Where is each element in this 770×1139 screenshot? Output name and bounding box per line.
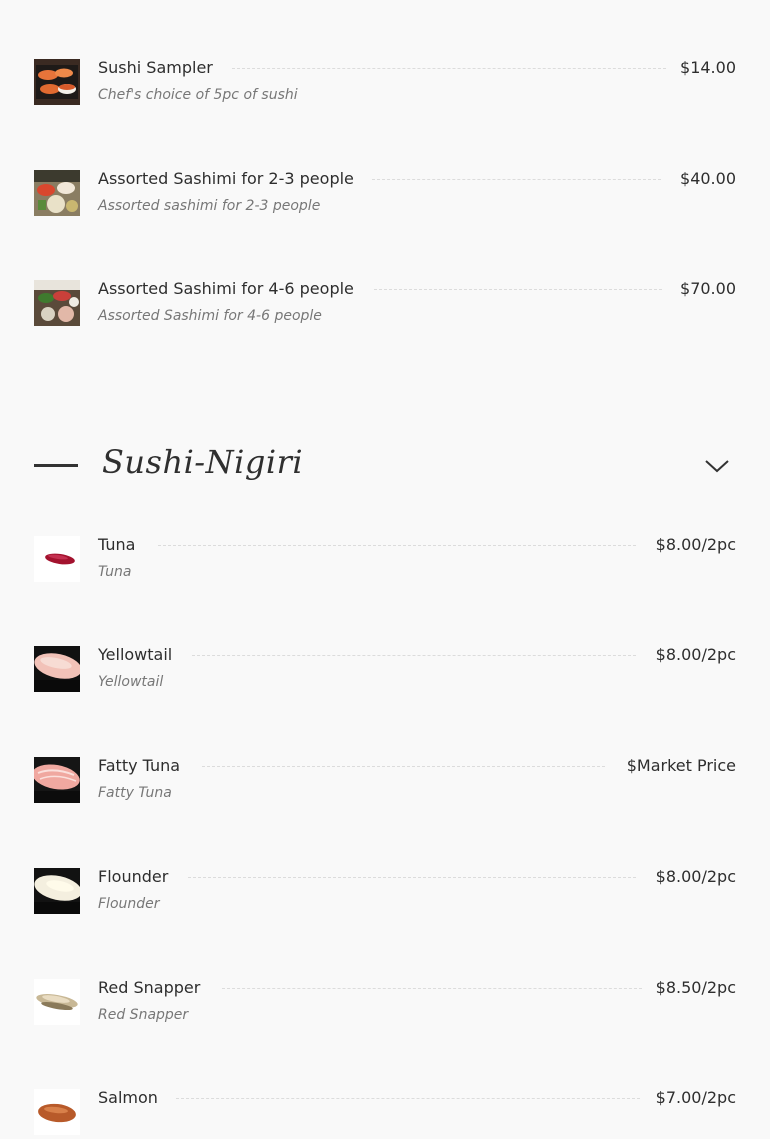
tuna-nigiri-photo[interactable] [34, 536, 80, 582]
flounder-nigiri-photo[interactable] [34, 868, 80, 914]
item-price: $8.00/2pc [655, 535, 736, 554]
item-price: $8.50/2pc [655, 978, 736, 997]
price-leader [188, 877, 636, 878]
section-rule [34, 464, 78, 467]
item-name: Tuna [98, 535, 136, 554]
item-name: Assorted Sashimi for 2-3 people [98, 169, 354, 188]
menu-item[interactable]: Assorted Sashimi for 4-6 people $70.00 A… [34, 280, 736, 330]
item-description: Fatty Tuna [98, 785, 172, 801]
item-name: Assorted Sashimi for 4-6 people [98, 279, 354, 298]
item-description: Assorted Sashimi for 4-6 people [98, 308, 322, 324]
menu-item[interactable]: Flounder $8.00/2pc Flounder [34, 868, 736, 918]
price-leader [176, 1098, 640, 1099]
item-name: Red Snapper [98, 978, 201, 997]
item-price: $8.00/2pc [655, 867, 736, 886]
item-price: $7.00/2pc [655, 1088, 736, 1107]
item-name: Fatty Tuna [98, 756, 181, 775]
menu-item[interactable]: Tuna $8.00/2pc Tuna [34, 536, 736, 586]
item-description: Tuna [98, 564, 132, 580]
price-leader [222, 988, 642, 989]
menu-item[interactable]: Assorted Sashimi for 2-3 people $40.00 A… [34, 170, 736, 220]
item-price: $40.00 [680, 169, 736, 188]
item-description: Flounder [98, 896, 160, 912]
item-price: $8.00/2pc [655, 645, 736, 664]
fatty-tuna-nigiri-photo[interactable] [34, 757, 80, 803]
price-leader [192, 655, 636, 656]
menu-item[interactable]: Red Snapper $8.50/2pc Red Snapper [34, 979, 736, 1029]
sashimi-platter-photo[interactable] [34, 170, 80, 216]
menu-item[interactable]: Fatty Tuna $Market Price Fatty Tuna [34, 757, 736, 807]
sashimi-platter-large-photo[interactable] [34, 280, 80, 326]
price-leader [202, 766, 605, 767]
section-title: Sushi-Nigiri [102, 443, 304, 481]
item-description: Yellowtail [98, 674, 164, 690]
item-description: Assorted sashimi for 2-3 people [98, 198, 321, 214]
red-snapper-nigiri-photo[interactable] [34, 979, 80, 1025]
item-description: Red Snapper [98, 1007, 189, 1023]
menu-item[interactable]: Sushi Sampler $14.00 Chef's choice of 5p… [34, 59, 736, 109]
price-leader [372, 179, 661, 180]
item-description: Chef's choice of 5pc of sushi [98, 87, 298, 103]
menu-page: Sushi Sampler $14.00 Chef's choice of 5p… [0, 0, 770, 1135]
salmon-nigiri-photo[interactable] [34, 1089, 80, 1135]
item-name: Flounder [98, 867, 169, 886]
item-name: Sushi Sampler [98, 58, 213, 77]
price-leader [158, 545, 636, 546]
section-header[interactable]: Sushi-Nigiri [34, 440, 736, 490]
yellowtail-nigiri-photo[interactable] [34, 646, 80, 692]
item-price: $14.00 [680, 58, 736, 77]
item-price: $Market Price [626, 756, 736, 775]
item-name: Salmon [98, 1088, 158, 1107]
price-leader [232, 68, 666, 69]
price-leader [374, 289, 662, 290]
chevron-down-icon[interactable] [704, 457, 730, 475]
menu-item[interactable]: Yellowtail $8.00/2pc Yellowtail [34, 646, 736, 696]
item-name: Yellowtail [98, 645, 173, 664]
menu-item[interactable]: Salmon $7.00/2pc [34, 1089, 736, 1139]
item-price: $70.00 [680, 279, 736, 298]
sushi-sampler-photo[interactable] [34, 59, 80, 105]
